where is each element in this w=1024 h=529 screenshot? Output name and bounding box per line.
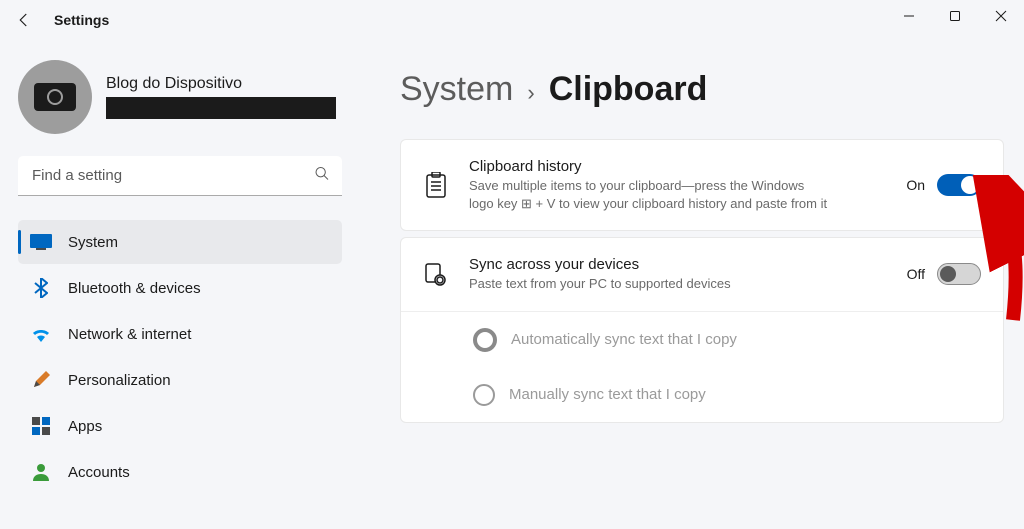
bluetooth-icon [30,277,52,299]
clipboard-icon [423,172,449,198]
sidebar-item-accounts[interactable]: Accounts [18,450,342,494]
card-clipboard-history: Clipboard history Save multiple items to… [400,139,1004,231]
sidebar-item-label: Network & internet [68,326,191,343]
sidebar-item-label: Personalization [68,372,171,389]
avatar [18,60,92,134]
apps-icon [30,415,52,437]
radio-label: Manually sync text that I copy [509,386,706,403]
profile-name: Blog do Dispositivo [106,75,336,93]
wifi-icon [30,323,52,345]
sync-devices-toggle[interactable] [937,263,981,285]
window-title: Settings [54,12,109,28]
sidebar-item-label: Bluetooth & devices [68,280,201,297]
radio-label: Automatically sync text that I copy [511,331,737,348]
sidebar-item-label: System [68,234,118,251]
profile-block[interactable]: Blog do Dispositivo [18,60,342,134]
search-icon [314,166,330,187]
back-button[interactable] [8,4,40,36]
card-title: Sync across your devices [469,256,887,273]
sidebar-item-apps[interactable]: Apps [18,404,342,448]
card-sync-devices: Sync across your devices Paste text from… [400,237,1004,423]
sidebar-item-label: Apps [68,418,102,435]
breadcrumb-root[interactable]: System [400,70,513,109]
breadcrumb: System › Clipboard [400,70,1004,109]
radio-auto-sync[interactable]: Automatically sync text that I copy [401,312,1003,368]
chevron-right-icon: › [527,80,534,106]
close-button[interactable] [978,0,1024,32]
maximize-button[interactable] [932,0,978,32]
clipboard-history-toggle[interactable] [937,174,981,196]
card-description: Save multiple items to your clipboard—pr… [469,177,829,212]
card-description: Paste text from your PC to supported dev… [469,275,829,293]
sidebar-item-label: Accounts [68,464,130,481]
sidebar-item-network[interactable]: Network & internet [18,312,342,356]
sidebar-item-bluetooth[interactable]: Bluetooth & devices [18,266,342,310]
radio-manual-sync[interactable]: Manually sync text that I copy [401,368,1003,422]
sidebar-item-system[interactable]: System [18,220,342,264]
brush-icon [30,369,52,391]
radio-icon [473,384,495,406]
breadcrumb-leaf: Clipboard [549,70,708,109]
toggle-label: Off [907,266,925,282]
person-icon [30,461,52,483]
sidebar-item-personalization[interactable]: Personalization [18,358,342,402]
profile-email-redacted [106,97,336,119]
radio-icon [473,328,497,352]
system-icon [30,231,52,253]
sync-icon [423,262,449,286]
toggle-label: On [906,177,925,193]
card-title: Clipboard history [469,158,886,175]
minimize-button[interactable] [886,0,932,32]
search-input[interactable] [18,156,342,196]
